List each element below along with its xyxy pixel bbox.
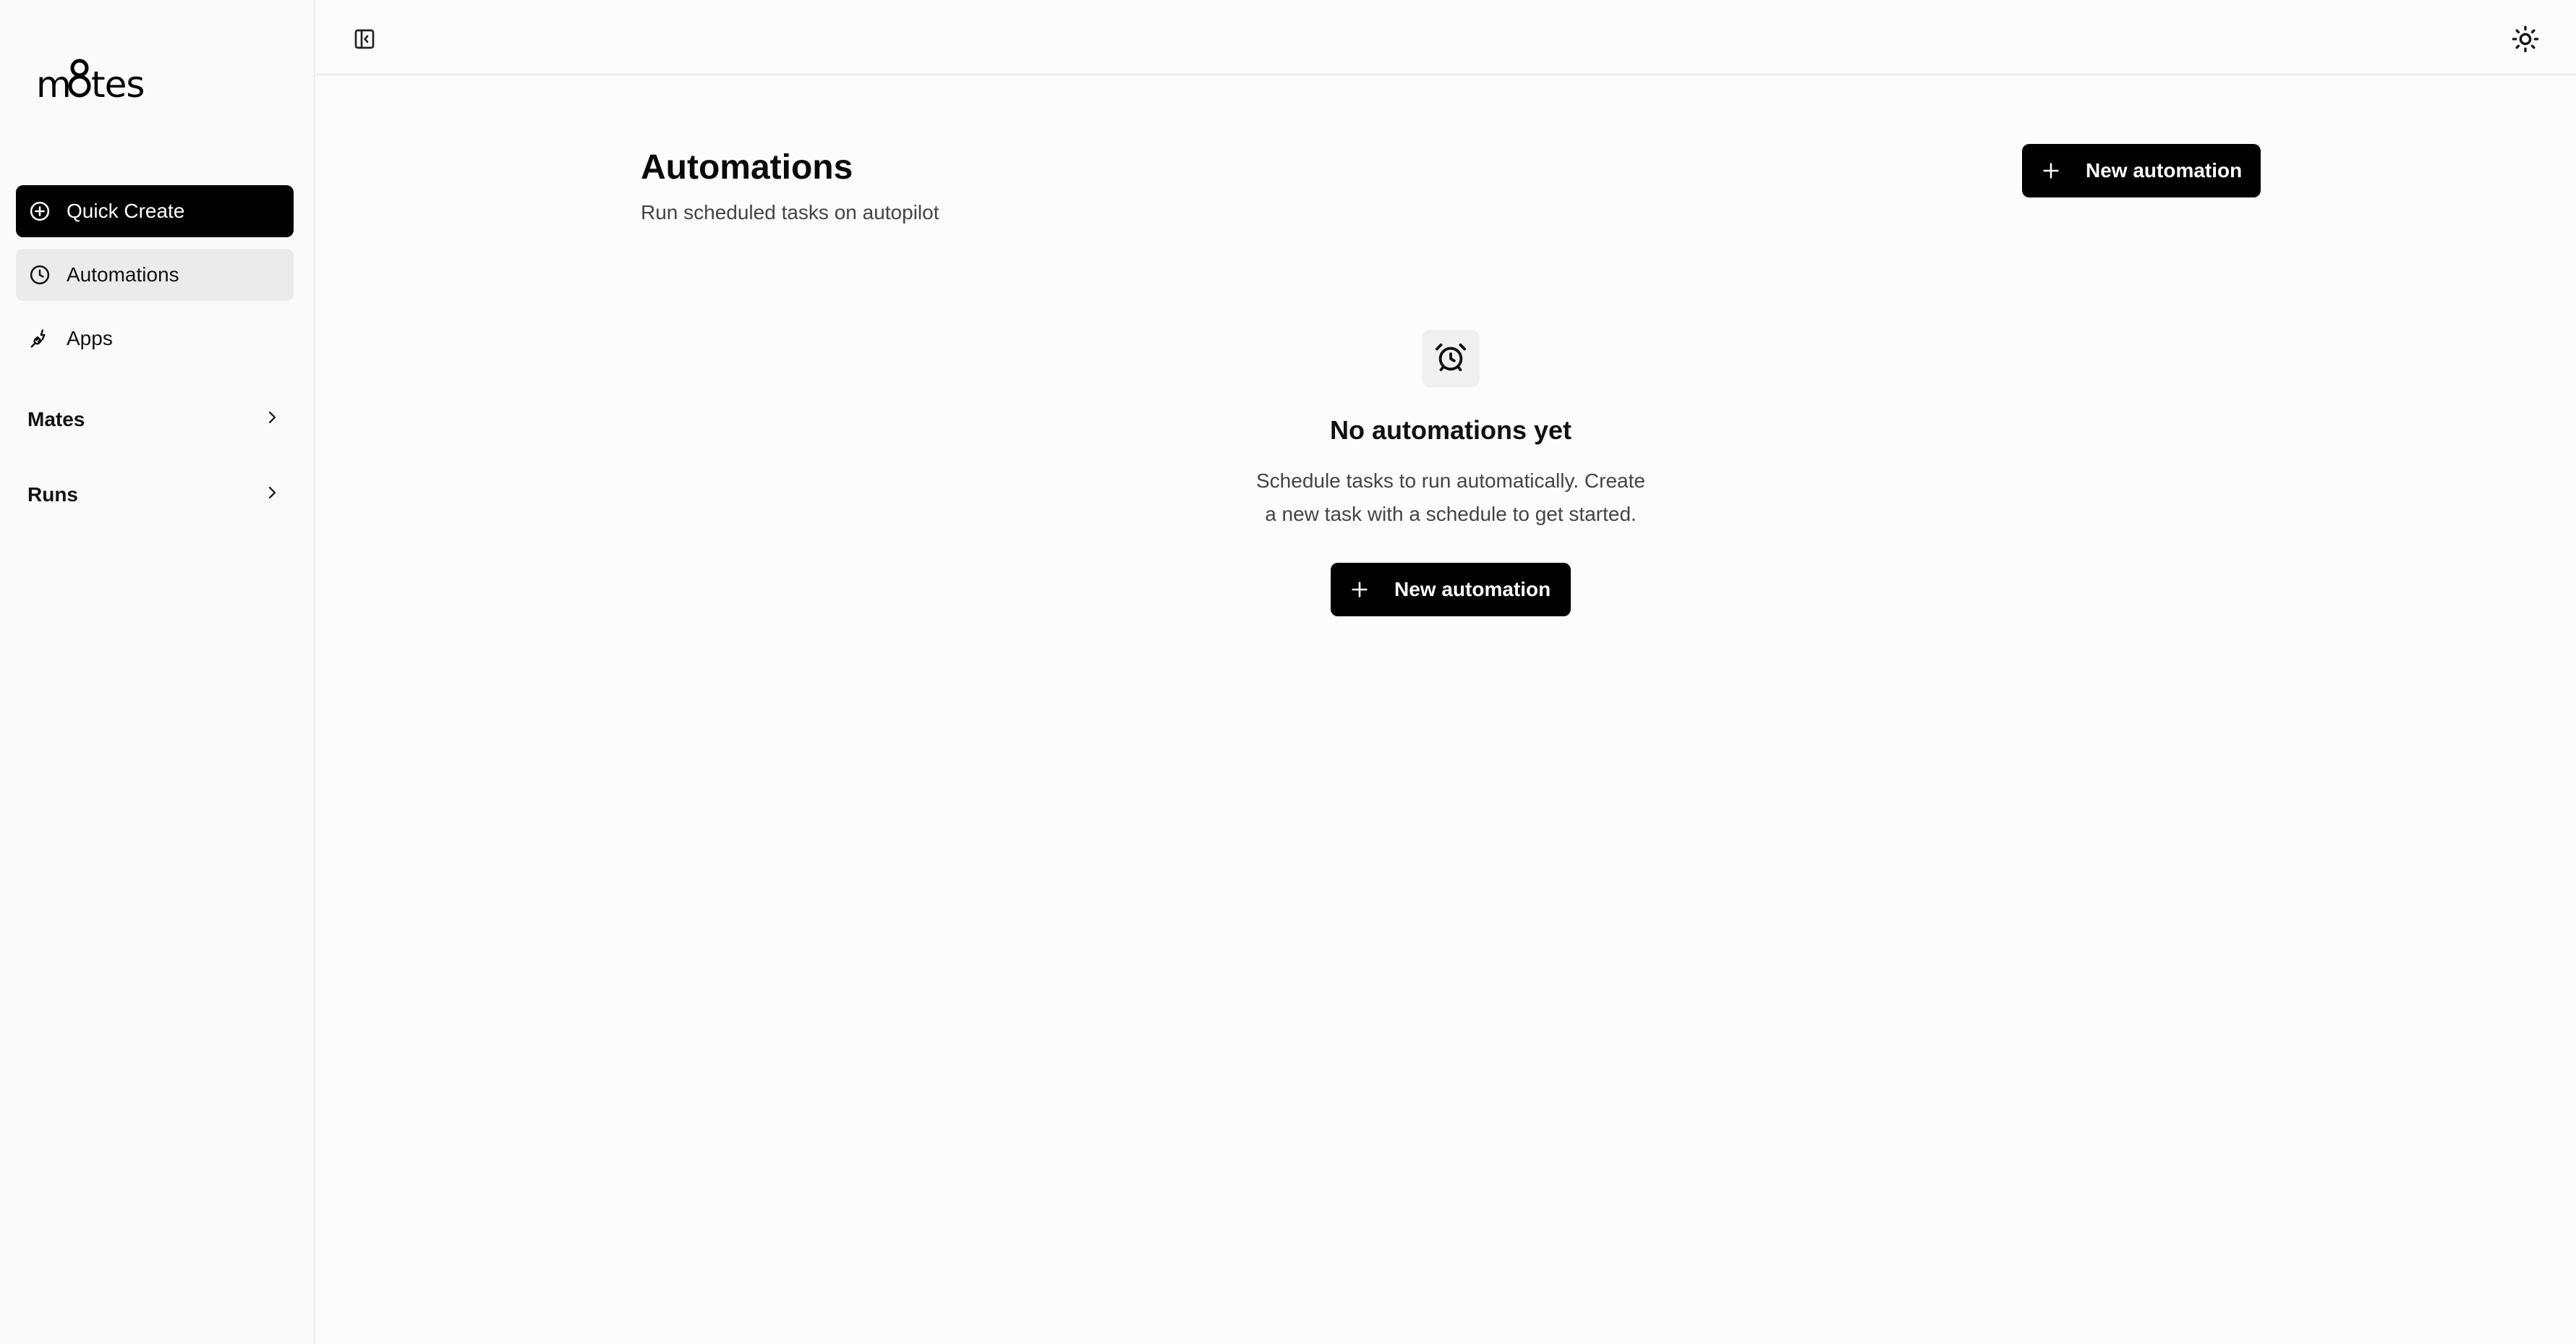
- sidebar-toggle-icon[interactable]: [353, 27, 376, 51]
- new-automation-label: New automation: [1394, 578, 1551, 600]
- new-automation-button[interactable]: New automation: [2022, 144, 2261, 197]
- svg-text:tes: tes: [91, 64, 144, 106]
- plus-circle-icon: [27, 199, 52, 224]
- new-automation-label: New automation: [2086, 159, 2243, 182]
- alarm-clock-icon: [1434, 341, 1467, 378]
- app-root: m tes Quick Create Automations Apps Mate…: [0, 0, 2576, 1344]
- topbar: [317, 0, 2576, 75]
- empty-state-icon-container: [1422, 330, 1480, 388]
- plus-icon: [1349, 579, 1370, 600]
- sun-icon[interactable]: [2511, 25, 2540, 54]
- plus-icon: [2041, 161, 2061, 181]
- sidebar: m tes Quick Create Automations Apps Mate…: [0, 0, 315, 1344]
- page-title: Automations: [641, 148, 853, 187]
- quick-create-label: Quick Create: [67, 200, 185, 222]
- sidebar-item-label: Automations: [67, 263, 179, 286]
- chevron-right-icon: [263, 483, 281, 506]
- sidebar-item-automations[interactable]: Automations: [16, 249, 294, 301]
- empty-state-description-line: a new task with a schedule to get starte…: [1265, 503, 1637, 525]
- chevron-right-icon: [263, 408, 281, 431]
- quick-create-button[interactable]: Quick Create: [16, 185, 294, 237]
- empty-state-description-line: Schedule tasks to run automatically. Cre…: [1256, 469, 1645, 492]
- sidebar-group-label: Runs: [27, 483, 78, 506]
- empty-state-new-automation-button[interactable]: New automation: [1331, 563, 1571, 616]
- plug-icon: [27, 326, 52, 351]
- sidebar-item-apps[interactable]: Apps: [16, 312, 294, 365]
- sidebar-item-label: Apps: [67, 327, 113, 349]
- sidebar-group-runs[interactable]: Runs: [16, 472, 294, 518]
- sidebar-group-mates[interactable]: Mates: [16, 396, 294, 443]
- page-subtitle: Run scheduled tasks on autopilot: [641, 201, 939, 224]
- empty-state-title: No automations yet: [1329, 415, 1572, 445]
- clock-icon: [27, 263, 52, 287]
- sidebar-group-label: Mates: [27, 408, 85, 430]
- empty-state-description: Schedule tasks to run automatically. Cre…: [1234, 464, 1668, 531]
- m8tes-logo[interactable]: m tes: [36, 52, 145, 107]
- svg-text:m: m: [36, 64, 71, 106]
